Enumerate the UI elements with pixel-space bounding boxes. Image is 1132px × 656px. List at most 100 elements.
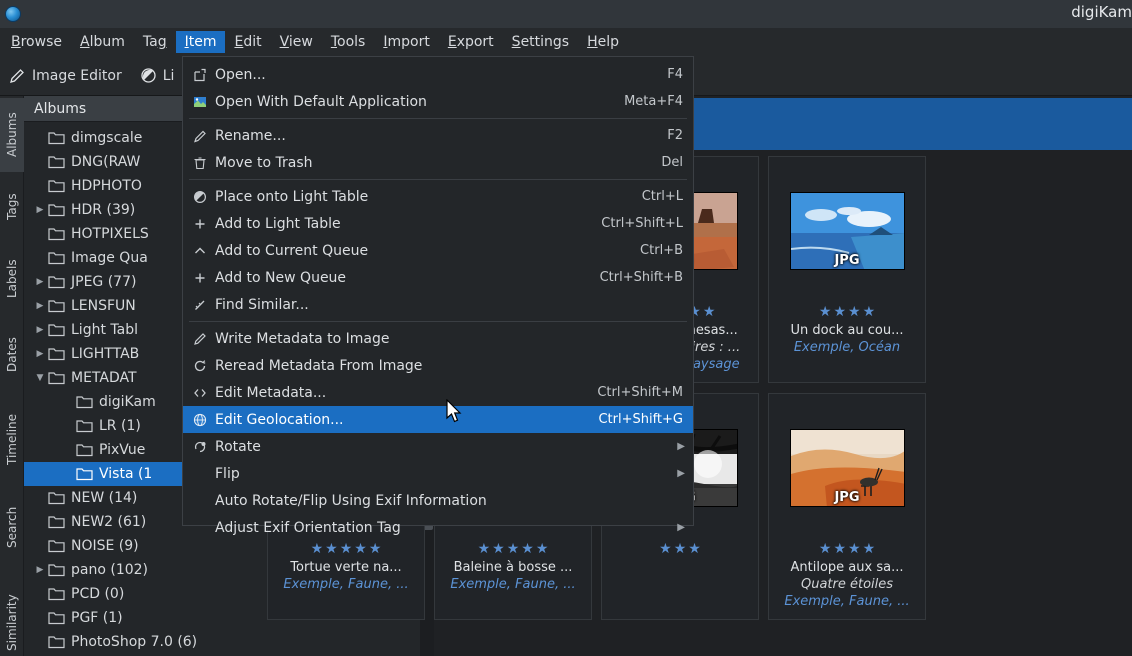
album-tree-item-label: LR (1) [99,418,141,434]
star-icon[interactable]: ★ [507,542,520,558]
menu-item-move-to-trash[interactable]: Move to Trash Del [183,149,693,176]
star-icon[interactable]: ★ [819,542,832,558]
album-tree-item-label: PCD (0) [71,586,125,602]
menu-edit[interactable]: Edit [225,31,270,53]
star-icon[interactable]: ★ [848,305,861,321]
star-icon[interactable]: ★ [833,542,846,558]
chevron-right-icon[interactable]: ▶ [32,277,48,287]
chevron-right-icon[interactable]: ▶ [32,205,48,215]
chevron-right-icon[interactable]: ▶ [32,349,48,359]
chevron-down-icon[interactable]: ▼ [32,373,48,383]
menu-item-open[interactable]: Open... F4 [183,61,693,88]
album-tree-item-label: PhotoShop 7.0 (6) [71,634,198,650]
menu-tag[interactable]: Tag [134,31,176,53]
window-titlebar: digiKam [0,0,1132,28]
menu-item-flip[interactable]: Flip ▶ [183,460,693,487]
chevron-right-icon[interactable]: ▶ [32,301,48,311]
menu-item-auto-rotate-flip-using-exif-information[interactable]: Auto Rotate/Flip Using Exif Information [183,487,693,514]
album-tree-item-label: DNG(RAW [71,154,141,170]
thumbnail-comment: Quatre étoiles [800,577,894,592]
menu-item-place-onto-light-table[interactable]: Place onto Light Table Ctrl+L [183,183,693,210]
rotate-icon [191,440,209,454]
menu-item-find-similar[interactable]: Find Similar... [183,291,693,318]
thumbnail-cell[interactable]: JPG ★ ★ ★ ★ Antilope aux sa... Quatre étoiles E… [768,393,926,620]
menu-tools[interactable]: Tools [322,31,375,53]
folder-icon [48,515,65,529]
menu-item-shortcut: F2 [667,128,683,143]
star-icon[interactable]: ★ [340,542,353,558]
folder-icon [48,347,65,361]
menu-item-edit-metadata[interactable]: Edit Metadata... Ctrl+Shift+M [183,379,693,406]
album-tree-item-label: NEW (14) [71,490,138,506]
folder-icon [48,323,65,337]
star-icon[interactable]: ★ [863,305,876,321]
rating-stars[interactable]: ★★★★★ [311,542,382,558]
star-icon[interactable]: ★ [325,542,338,558]
sidebar-tab-search[interactable]: Search [0,490,24,564]
menu-item-rename[interactable]: Rename... F2 [183,122,693,149]
folder-icon [48,587,65,601]
menu-item-edit-geolocation[interactable]: Edit Geolocation... Ctrl+Shift+G [183,406,693,433]
sidebar-tab-dates[interactable]: Dates [0,322,24,388]
rating-stars[interactable]: ★ ★ ★ ★ [819,542,875,558]
chevron-right-icon[interactable]: ▶ [32,565,48,575]
rating-stars[interactable]: ★★★★★ [478,542,549,558]
star-icon[interactable]: ★ [863,542,876,558]
star-icon[interactable]: ★ [659,542,672,558]
star-icon[interactable]: ★ [354,542,367,558]
star-icon[interactable]: ★ [703,305,716,321]
file-format-badge: JPG [834,253,860,268]
menu-item-reread-metadata-from-image[interactable]: Reread Metadata From Image [183,352,693,379]
sidebar-tab-label: Labels [5,259,19,299]
star-icon[interactable]: ★ [492,542,505,558]
toolbar-button-image-editor[interactable]: Image Editor [0,63,131,88]
item-menu-popup: Open... F4 Open With Default Application Me… [182,56,694,536]
folder-icon [48,275,65,289]
menu-item-add-to-new-queue[interactable]: Add to New Queue Ctrl+Shift+B [183,264,693,291]
star-icon[interactable]: ★ [848,542,861,558]
star-icon[interactable]: ★ [521,542,534,558]
sidebar-tab-similarity[interactable]: Similarity [0,570,24,656]
album-tree-item-label: Vista (1 [99,466,153,482]
menu-browse[interactable]: Browse [2,31,71,53]
sidebar-tab-timeline[interactable]: Timeline [0,394,24,484]
menu-item-rotate[interactable]: Rotate ▶ [183,433,693,460]
menu-item-add-to-light-table[interactable]: Add to Light Table Ctrl+Shift+L [183,210,693,237]
menu-item-label: Add to Light Table [215,215,341,232]
sidebar-tab-albums[interactable]: Albums [0,98,24,172]
menu-item-shortcut: Ctrl+Shift+L [601,216,683,231]
star-icon[interactable]: ★ [819,305,832,321]
star-icon[interactable]: ★ [536,542,549,558]
star-icon[interactable]: ★ [674,542,687,558]
folder-icon [48,611,65,625]
star-icon[interactable]: ★ [478,542,491,558]
menu-view[interactable]: View [271,31,322,53]
menu-album[interactable]: Album [71,31,134,53]
star-icon[interactable]: ★ [311,542,324,558]
menu-help[interactable]: Help [578,31,628,53]
menu-export[interactable]: Export [439,31,503,53]
pencil-icon [9,67,26,84]
menu-item[interactable]: Item [175,31,226,53]
star-icon[interactable]: ★ [833,305,846,321]
chevron-right-icon[interactable]: ▶ [32,325,48,335]
thumbnail-image: JPG [789,192,905,270]
menu-settings[interactable]: Settings [503,31,578,53]
menu-item-adjust-exif-orientation-tag[interactable]: Adjust Exif Orientation Tag ▶ [183,514,693,541]
rating-stars[interactable]: ★ ★ ★ ★ [819,305,875,321]
sidebar-tab-label: Albums [5,112,19,158]
album-tree-item[interactable]: PhotoShop 7.0 (6) [24,630,420,654]
menu-item-open-with-default-application[interactable]: Open With Default Application Meta+F4 [183,88,693,115]
thumbnail-cell[interactable]: JPG ★ ★ ★ ★ Un dock au cou... Exemple, Océan [768,156,926,383]
menu-import[interactable]: Import [374,31,438,53]
rating-stars[interactable]: ★ ★ ★ [659,542,701,558]
menu-item-write-metadata-to-image[interactable]: Write Metadata to Image [183,325,693,352]
star-icon[interactable]: ★ [369,542,382,558]
sidebar-tab-labels[interactable]: Labels [0,242,24,316]
menu-item-add-to-current-queue[interactable]: Add to Current Queue Ctrl+B [183,237,693,264]
lighttable-icon [140,67,157,84]
star-icon[interactable]: ★ [688,542,701,558]
album-tree-item-label: HDR (39) [71,202,136,218]
toolbar-button-li[interactable]: Li [131,63,184,88]
sidebar-tab-tags[interactable]: Tags [0,178,24,236]
